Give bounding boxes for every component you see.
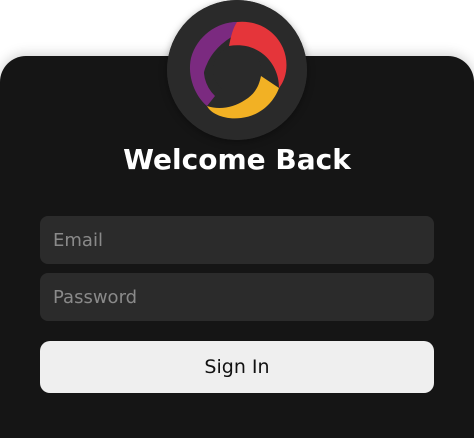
logo-badge: [167, 0, 307, 140]
password-field[interactable]: [40, 273, 434, 321]
login-screen: Welcome Back Sign In: [0, 0, 474, 438]
swirl-logo-icon: [167, 0, 307, 140]
sign-in-button[interactable]: Sign In: [40, 341, 434, 393]
page-title: Welcome Back: [123, 143, 351, 176]
email-field[interactable]: [40, 216, 434, 264]
